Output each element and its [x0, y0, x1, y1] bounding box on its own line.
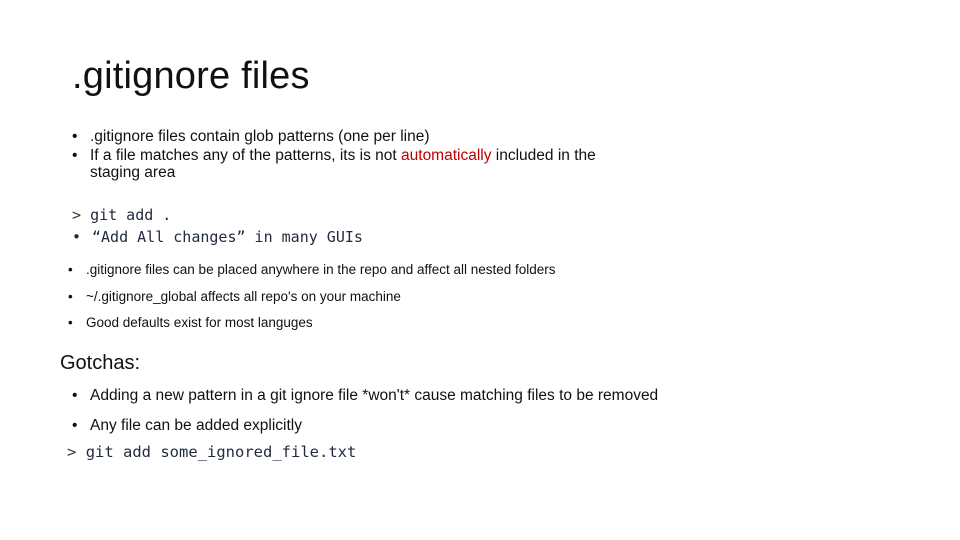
bullet-item: • If a file matches any of the patterns,… — [72, 147, 630, 181]
highlighted-word: automatically — [401, 147, 492, 164]
bullet-dot: • — [72, 387, 78, 404]
bullet-text: If a file matches any of the patterns, i… — [90, 147, 630, 181]
bullet-text-start: If a file matches any of the patterns, i… — [90, 147, 402, 164]
bullet-dot: • — [68, 315, 73, 330]
bullet-item: • .gitignore files can be placed anywher… — [68, 261, 556, 279]
details-bullet-list: • .gitignore files can be placed anywher… — [68, 261, 556, 341]
bullet-dot: • — [72, 228, 82, 246]
bullet-text: Good defaults exist for most languges — [86, 315, 313, 330]
gotchas-heading: Gotchas: — [60, 352, 141, 374]
code-block-git-add-all: > git add . • “Add All changes” in many G… — [72, 204, 363, 248]
prompt-symbol: > — [72, 206, 82, 224]
intro-bullet-list: • .gitignore files contain glob patterns… — [72, 128, 630, 183]
command-note: • “Add All changes” in many GUIs — [72, 226, 363, 248]
code-block-git-add-explicit: > git add some_ignored_file.txt — [67, 442, 356, 462]
bullet-item: • ~/.gitignore_global affects all repo's… — [68, 288, 556, 306]
prompt-symbol: > — [67, 443, 77, 461]
bullet-text: .gitignore files contain glob patterns (… — [90, 128, 430, 145]
bullet-text: Any file can be added explicitly — [90, 417, 302, 434]
bullet-dot: • — [72, 128, 78, 145]
bullet-item: • Any file can be added explicitly — [72, 416, 658, 436]
gotchas-bullet-list: • Adding a new pattern in a git ignore f… — [72, 386, 658, 446]
slide-title: .gitignore files — [72, 55, 310, 97]
bullet-text: Adding a new pattern in a git ignore fil… — [90, 387, 659, 404]
bullet-text: ~/.gitignore_global affects all repo's o… — [86, 288, 401, 304]
bullet-dot: • — [72, 417, 78, 434]
bullet-item: • Good defaults exist for most languges — [68, 314, 556, 332]
command-text: git add . — [90, 206, 172, 224]
command-text: git add some_ignored_file.txt — [85, 443, 357, 461]
bullet-dot: • — [68, 288, 73, 304]
bullet-item: • .gitignore files contain glob patterns… — [72, 128, 630, 145]
bullet-item: • Adding a new pattern in a git ignore f… — [72, 386, 658, 406]
command-note-text: “Add All changes” in many GUIs — [92, 228, 363, 246]
command-line: > git add . — [72, 204, 363, 226]
bullet-text: .gitignore files can be placed anywhere … — [86, 262, 556, 277]
bullet-dot: • — [68, 262, 73, 277]
bullet-dot: • — [72, 147, 78, 164]
